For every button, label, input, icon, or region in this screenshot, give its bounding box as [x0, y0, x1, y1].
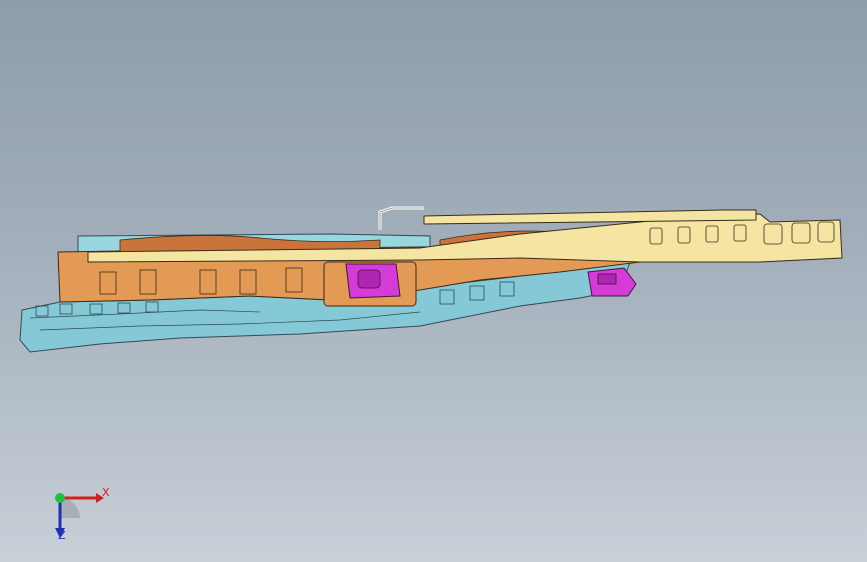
- cad-model[interactable]: [0, 0, 867, 562]
- z-axis-label: Z: [58, 529, 66, 542]
- magenta-mount-part[interactable]: [345, 263, 401, 299]
- magenta-bracket-part[interactable]: [587, 267, 637, 297]
- x-axis-label: X: [102, 486, 110, 499]
- triad-origin: [55, 493, 65, 503]
- 3d-viewport[interactable]: X Z: [0, 0, 867, 562]
